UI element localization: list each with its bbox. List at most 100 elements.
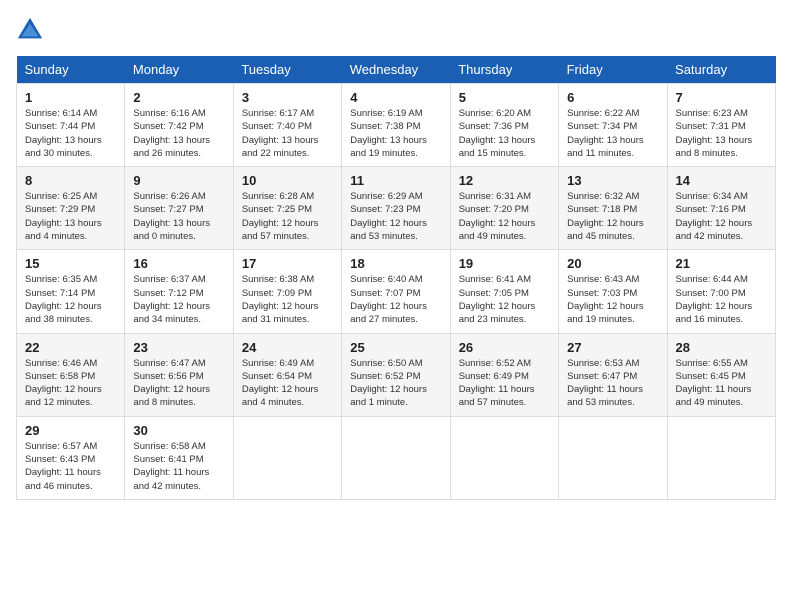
calendar-cell: 9 Sunrise: 6:26 AM Sunset: 7:27 PM Dayli… (125, 167, 233, 250)
calendar-cell: 17 Sunrise: 6:38 AM Sunset: 7:09 PM Dayl… (233, 250, 341, 333)
day-info: Sunrise: 6:16 AM Sunset: 7:42 PM Dayligh… (133, 107, 224, 160)
day-info: Sunrise: 6:57 AM Sunset: 6:43 PM Dayligh… (25, 440, 116, 493)
day-number: 7 (676, 90, 767, 105)
calendar-cell: 11 Sunrise: 6:29 AM Sunset: 7:23 PM Dayl… (342, 167, 450, 250)
calendar-week-row: 8 Sunrise: 6:25 AM Sunset: 7:29 PM Dayli… (17, 167, 776, 250)
calendar-cell: 12 Sunrise: 6:31 AM Sunset: 7:20 PM Dayl… (450, 167, 558, 250)
calendar-cell: 22 Sunrise: 6:46 AM Sunset: 6:58 PM Dayl… (17, 333, 125, 416)
calendar-cell: 18 Sunrise: 6:40 AM Sunset: 7:07 PM Dayl… (342, 250, 450, 333)
calendar-cell (667, 416, 775, 499)
day-number: 16 (133, 256, 224, 271)
day-info: Sunrise: 6:31 AM Sunset: 7:20 PM Dayligh… (459, 190, 550, 243)
day-info: Sunrise: 6:32 AM Sunset: 7:18 PM Dayligh… (567, 190, 658, 243)
day-number: 26 (459, 340, 550, 355)
calendar-header-sunday: Sunday (17, 56, 125, 84)
calendar-cell (233, 416, 341, 499)
day-info: Sunrise: 6:35 AM Sunset: 7:14 PM Dayligh… (25, 273, 116, 326)
day-info: Sunrise: 6:14 AM Sunset: 7:44 PM Dayligh… (25, 107, 116, 160)
calendar-cell: 10 Sunrise: 6:28 AM Sunset: 7:25 PM Dayl… (233, 167, 341, 250)
day-info: Sunrise: 6:37 AM Sunset: 7:12 PM Dayligh… (133, 273, 224, 326)
calendar-week-row: 22 Sunrise: 6:46 AM Sunset: 6:58 PM Dayl… (17, 333, 776, 416)
day-number: 22 (25, 340, 116, 355)
day-info: Sunrise: 6:40 AM Sunset: 7:07 PM Dayligh… (350, 273, 441, 326)
calendar-week-row: 15 Sunrise: 6:35 AM Sunset: 7:14 PM Dayl… (17, 250, 776, 333)
calendar-cell (450, 416, 558, 499)
calendar-cell (559, 416, 667, 499)
day-info: Sunrise: 6:19 AM Sunset: 7:38 PM Dayligh… (350, 107, 441, 160)
day-info: Sunrise: 6:49 AM Sunset: 6:54 PM Dayligh… (242, 357, 333, 410)
calendar-cell: 13 Sunrise: 6:32 AM Sunset: 7:18 PM Dayl… (559, 167, 667, 250)
calendar-cell: 24 Sunrise: 6:49 AM Sunset: 6:54 PM Dayl… (233, 333, 341, 416)
day-number: 19 (459, 256, 550, 271)
calendar-header-saturday: Saturday (667, 56, 775, 84)
day-info: Sunrise: 6:43 AM Sunset: 7:03 PM Dayligh… (567, 273, 658, 326)
day-info: Sunrise: 6:22 AM Sunset: 7:34 PM Dayligh… (567, 107, 658, 160)
day-info: Sunrise: 6:53 AM Sunset: 6:47 PM Dayligh… (567, 357, 658, 410)
day-number: 8 (25, 173, 116, 188)
calendar-cell: 5 Sunrise: 6:20 AM Sunset: 7:36 PM Dayli… (450, 84, 558, 167)
calendar-header-row: SundayMondayTuesdayWednesdayThursdayFrid… (17, 56, 776, 84)
calendar-cell: 27 Sunrise: 6:53 AM Sunset: 6:47 PM Dayl… (559, 333, 667, 416)
calendar-cell: 30 Sunrise: 6:58 AM Sunset: 6:41 PM Dayl… (125, 416, 233, 499)
calendar-table: SundayMondayTuesdayWednesdayThursdayFrid… (16, 56, 776, 500)
day-info: Sunrise: 6:55 AM Sunset: 6:45 PM Dayligh… (676, 357, 767, 410)
day-number: 29 (25, 423, 116, 438)
calendar-cell: 8 Sunrise: 6:25 AM Sunset: 7:29 PM Dayli… (17, 167, 125, 250)
calendar-cell: 23 Sunrise: 6:47 AM Sunset: 6:56 PM Dayl… (125, 333, 233, 416)
calendar-week-row: 1 Sunrise: 6:14 AM Sunset: 7:44 PM Dayli… (17, 84, 776, 167)
calendar-week-row: 29 Sunrise: 6:57 AM Sunset: 6:43 PM Dayl… (17, 416, 776, 499)
day-info: Sunrise: 6:46 AM Sunset: 6:58 PM Dayligh… (25, 357, 116, 410)
calendar-cell: 14 Sunrise: 6:34 AM Sunset: 7:16 PM Dayl… (667, 167, 775, 250)
page-header (16, 16, 776, 44)
calendar-cell: 28 Sunrise: 6:55 AM Sunset: 6:45 PM Dayl… (667, 333, 775, 416)
day-number: 20 (567, 256, 658, 271)
day-info: Sunrise: 6:23 AM Sunset: 7:31 PM Dayligh… (676, 107, 767, 160)
calendar-cell: 6 Sunrise: 6:22 AM Sunset: 7:34 PM Dayli… (559, 84, 667, 167)
calendar-cell: 19 Sunrise: 6:41 AM Sunset: 7:05 PM Dayl… (450, 250, 558, 333)
day-number: 12 (459, 173, 550, 188)
day-number: 9 (133, 173, 224, 188)
day-number: 30 (133, 423, 224, 438)
day-number: 3 (242, 90, 333, 105)
calendar-header-wednesday: Wednesday (342, 56, 450, 84)
day-info: Sunrise: 6:17 AM Sunset: 7:40 PM Dayligh… (242, 107, 333, 160)
calendar-cell: 21 Sunrise: 6:44 AM Sunset: 7:00 PM Dayl… (667, 250, 775, 333)
day-info: Sunrise: 6:52 AM Sunset: 6:49 PM Dayligh… (459, 357, 550, 410)
calendar-cell: 29 Sunrise: 6:57 AM Sunset: 6:43 PM Dayl… (17, 416, 125, 499)
day-info: Sunrise: 6:26 AM Sunset: 7:27 PM Dayligh… (133, 190, 224, 243)
logo (16, 16, 50, 44)
day-number: 18 (350, 256, 441, 271)
day-number: 5 (459, 90, 550, 105)
calendar-cell (342, 416, 450, 499)
day-number: 13 (567, 173, 658, 188)
day-number: 11 (350, 173, 441, 188)
calendar-cell: 25 Sunrise: 6:50 AM Sunset: 6:52 PM Dayl… (342, 333, 450, 416)
calendar-cell: 15 Sunrise: 6:35 AM Sunset: 7:14 PM Dayl… (17, 250, 125, 333)
day-number: 17 (242, 256, 333, 271)
calendar-cell: 2 Sunrise: 6:16 AM Sunset: 7:42 PM Dayli… (125, 84, 233, 167)
day-info: Sunrise: 6:29 AM Sunset: 7:23 PM Dayligh… (350, 190, 441, 243)
day-number: 1 (25, 90, 116, 105)
day-number: 21 (676, 256, 767, 271)
day-info: Sunrise: 6:38 AM Sunset: 7:09 PM Dayligh… (242, 273, 333, 326)
calendar-cell: 20 Sunrise: 6:43 AM Sunset: 7:03 PM Dayl… (559, 250, 667, 333)
day-info: Sunrise: 6:41 AM Sunset: 7:05 PM Dayligh… (459, 273, 550, 326)
calendar-header-thursday: Thursday (450, 56, 558, 84)
day-info: Sunrise: 6:34 AM Sunset: 7:16 PM Dayligh… (676, 190, 767, 243)
day-info: Sunrise: 6:44 AM Sunset: 7:00 PM Dayligh… (676, 273, 767, 326)
day-number: 15 (25, 256, 116, 271)
day-number: 2 (133, 90, 224, 105)
day-number: 6 (567, 90, 658, 105)
day-number: 27 (567, 340, 658, 355)
logo-icon (16, 16, 44, 44)
day-info: Sunrise: 6:50 AM Sunset: 6:52 PM Dayligh… (350, 357, 441, 410)
day-number: 14 (676, 173, 767, 188)
calendar-cell: 1 Sunrise: 6:14 AM Sunset: 7:44 PM Dayli… (17, 84, 125, 167)
calendar-header-friday: Friday (559, 56, 667, 84)
day-info: Sunrise: 6:25 AM Sunset: 7:29 PM Dayligh… (25, 190, 116, 243)
calendar-cell: 16 Sunrise: 6:37 AM Sunset: 7:12 PM Dayl… (125, 250, 233, 333)
calendar-cell: 7 Sunrise: 6:23 AM Sunset: 7:31 PM Dayli… (667, 84, 775, 167)
day-info: Sunrise: 6:47 AM Sunset: 6:56 PM Dayligh… (133, 357, 224, 410)
day-number: 25 (350, 340, 441, 355)
day-number: 24 (242, 340, 333, 355)
